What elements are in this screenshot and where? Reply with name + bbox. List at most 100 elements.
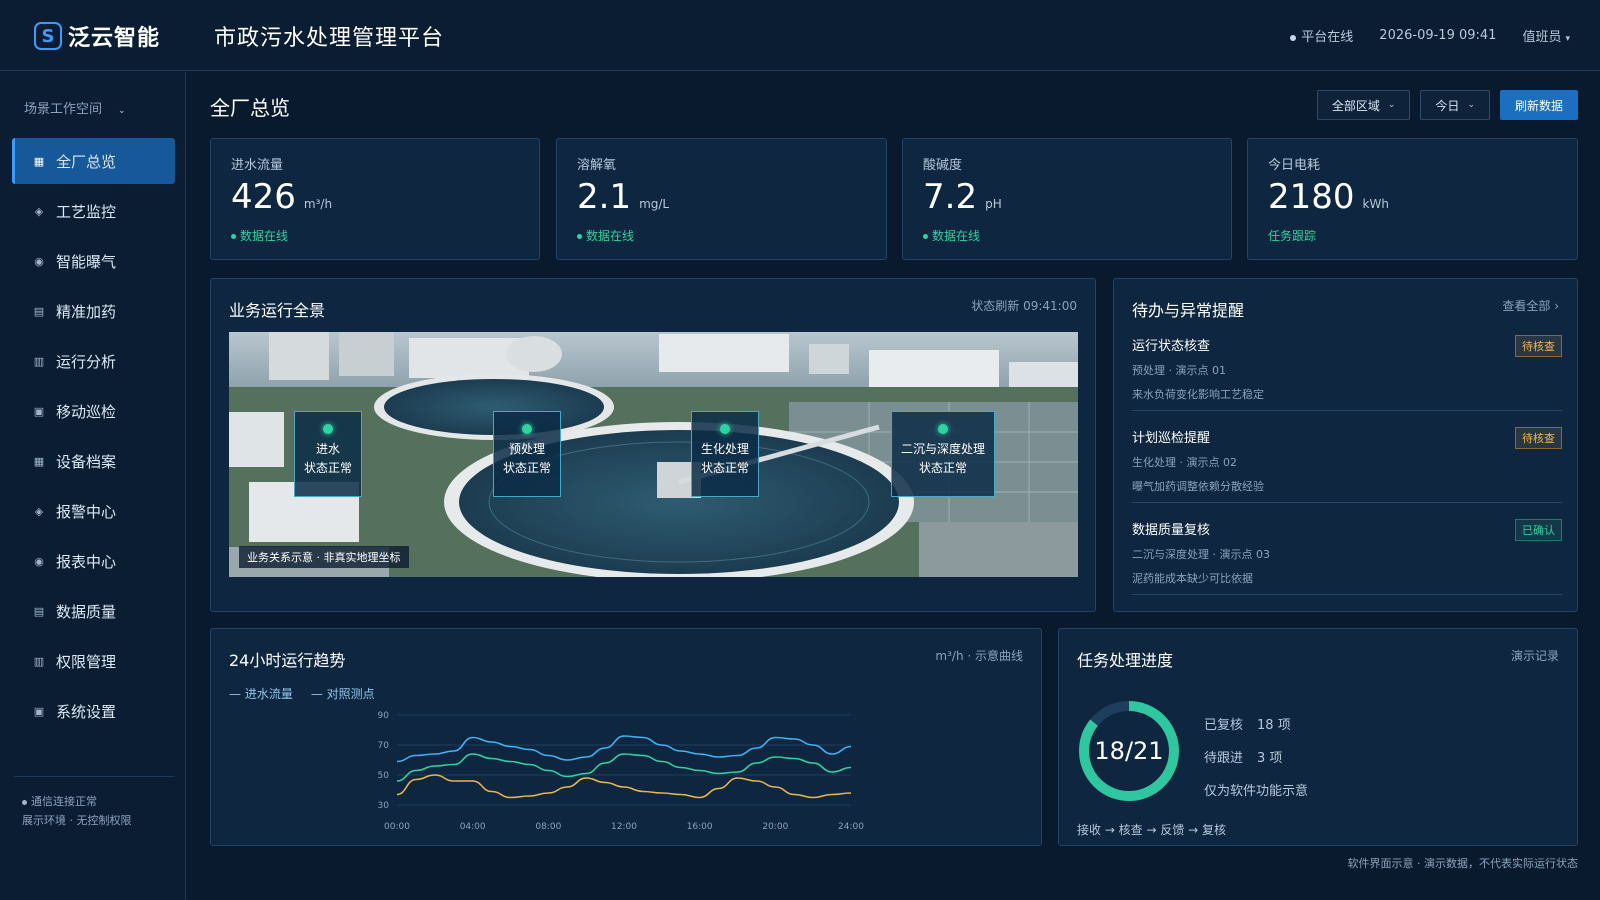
sidebar-item-label: 运行分析	[56, 352, 117, 371]
reviewed-label: 已复核	[1204, 718, 1244, 733]
alerts-title: 待办与异常提醒	[1132, 301, 1245, 320]
sidebar-item-equipment[interactable]: ▦ 设备档案	[12, 438, 175, 484]
sidebar-item-data-quality[interactable]: ▤ 数据质量	[12, 588, 175, 634]
panorama-refresh-time: 状态刷新 09:41:00	[971, 299, 1077, 313]
y-tick-label: 30	[378, 801, 390, 811]
date-filter-select[interactable]: 今日 ⌄	[1420, 90, 1490, 120]
alert-description: 来水负荷变化影响工艺稳定	[1132, 388, 1264, 401]
user-menu[interactable]: 值班员 ▾	[1522, 26, 1570, 45]
progress-ratio: 18/21	[1094, 737, 1164, 765]
area-filter-value: 全部区域	[1331, 98, 1380, 113]
sidebar-divider	[14, 776, 174, 777]
square-dot-icon: ▣	[33, 404, 45, 418]
sidebar-item-aeration[interactable]: ◉ 智能曝气	[12, 238, 175, 284]
alert-description: 泥药能成本缺少可比依据	[1132, 572, 1253, 585]
environment-note: 展示环境 · 无控制权限	[22, 814, 132, 827]
page-title: 全厂总览	[210, 96, 290, 120]
target-icon: ◉	[34, 254, 44, 268]
connection-status: 通信连接正常	[22, 792, 132, 811]
alert-item[interactable]: 数据质量复核 二沉与深度处理 · 演示点 03 泥药能成本缺少可比依据 已确认	[1132, 519, 1562, 586]
kpi-value: 426 m³/h	[231, 177, 332, 217]
kpi-number: 7.2	[923, 177, 978, 217]
progress-meta-link[interactable]: 演示记录	[1511, 647, 1559, 664]
sidebar-item-label: 权限管理	[56, 652, 117, 671]
columns-icon: ▥	[33, 654, 45, 668]
alert-item[interactable]: 运行状态核查 预处理 · 演示点 01 来水负荷变化影响工艺稳定 待核查	[1132, 335, 1562, 402]
stage-pretreatment[interactable]: 预处理 状态正常	[493, 411, 561, 497]
kpi-card-power: 今日电耗 2180 kWh 任务跟踪	[1247, 138, 1578, 260]
followup-label: 待跟进	[1204, 751, 1244, 766]
progress-note: 仅为软件功能示意	[1204, 784, 1309, 799]
stage-status: 状态正常	[918, 461, 967, 475]
stage-status: 状态正常	[502, 461, 551, 475]
target-icon: ◉	[34, 554, 44, 568]
kpi-value: 2180 kWh	[1268, 177, 1389, 217]
followup-row: 待跟进 3 项	[1204, 742, 1308, 775]
kpi-value: 2.1 mg/L	[577, 177, 669, 217]
stage-name: 生化处理	[700, 442, 749, 456]
view-all-link[interactable]: 查看全部 ›	[1502, 297, 1559, 314]
user-name: 值班员	[1522, 30, 1562, 45]
area-filter-select[interactable]: 全部区域 ⌄	[1316, 90, 1411, 120]
status-dot-icon	[22, 799, 27, 805]
status-dot-icon	[577, 234, 582, 239]
reviewed-row: 已复核 18 项	[1204, 709, 1308, 742]
status-badge: 待核查	[1515, 427, 1562, 449]
workspace-selector[interactable]: 场景工作空间 ⌄	[24, 98, 126, 117]
scene-caption: 业务关系示意 · 非真实地理坐标	[239, 546, 409, 568]
caret-down-icon: ▾	[1565, 34, 1570, 44]
refresh-button[interactable]: 刷新数据	[1499, 90, 1578, 120]
stage-inflow[interactable]: 进水 状态正常	[294, 411, 362, 497]
sidebar-item-label: 报警中心	[56, 502, 117, 521]
y-tick-label: 70	[378, 741, 390, 751]
workflow-steps: 接收 → 核查 → 反馈 → 复核	[1077, 823, 1227, 837]
connection-status-label: 通信连接正常	[31, 795, 97, 808]
kpi-status-label: 数据在线	[586, 229, 635, 243]
kpi-number: 2.1	[577, 177, 632, 217]
stage-secondary[interactable]: 二沉与深度处理 状态正常	[891, 411, 995, 497]
square-dot-icon: ▣	[33, 704, 45, 718]
stage-status: 状态正常	[303, 461, 352, 475]
chart-legend: 进水流量 对照测点	[229, 685, 375, 702]
kpi-value: 7.2 pH	[923, 177, 1002, 217]
panorama-card: 业务运行全景 状态刷新 09:41:00 进水 状态正常 预处理 状态正常 生化…	[210, 278, 1096, 612]
reviewed-value: 18 项	[1257, 718, 1291, 733]
stage-biological[interactable]: 生化处理 状态正常	[691, 411, 759, 497]
sidebar: 场景工作空间 ⌄ ▦ 全厂总览 ◈ 工艺监控 ◉ 智能曝气 ▤ 精准加药 ▥ 运行分析 ▣ 移…	[0, 72, 186, 900]
sidebar-item-reports[interactable]: ◉ 报表中心	[12, 538, 175, 584]
kpi-number: 426	[231, 177, 296, 217]
brand-logo[interactable]: S 泛云智能	[34, 20, 160, 52]
sidebar-item-process-monitor[interactable]: ◈ 工艺监控	[12, 188, 175, 234]
kpi-number: 2180	[1268, 177, 1355, 217]
sidebar-item-overview[interactable]: ▦ 全厂总览	[12, 138, 175, 184]
sidebar-item-inspection[interactable]: ▣ 移动巡检	[12, 388, 175, 434]
sidebar-item-label: 系统设置	[56, 702, 117, 721]
sidebar-item-permissions[interactable]: ▥ 权限管理	[12, 638, 175, 684]
sidebar-item-analysis[interactable]: ▥ 运行分析	[12, 338, 175, 384]
alert-description: 曝气加药调整依赖分散经验	[1132, 480, 1264, 493]
sidebar-item-label: 数据质量	[56, 602, 117, 621]
y-tick-label: 50	[378, 771, 390, 781]
panorama-title: 业务运行全景	[229, 301, 326, 320]
progress-card: 任务处理进度 演示记录 18/21 已复核 18 项 待跟进 3 项 仅为软件功能示…	[1058, 628, 1578, 846]
sidebar-footer: 通信连接正常 展示环境 · 无控制权限	[22, 792, 132, 830]
stage-name: 二沉与深度处理	[900, 442, 985, 456]
kpi-status-label: 任务跟踪	[1268, 229, 1317, 243]
sidebar-item-alarms[interactable]: ◈ 报警中心	[12, 488, 175, 534]
sidebar-item-settings[interactable]: ▣ 系统设置	[12, 688, 175, 734]
series-line-3	[396, 774, 852, 799]
trend-chart: 30 50 70 90 00:00 04:00 08:00 12:00 16:00 20:00 24…	[378, 711, 865, 832]
alert-item[interactable]: 计划巡检提醒 生化处理 · 演示点 02 曝气加药调整依赖分散经验 待核查	[1132, 427, 1562, 494]
sidebar-item-label: 工艺监控	[56, 202, 117, 221]
sidebar-item-dosing[interactable]: ▤ 精准加药	[12, 288, 175, 334]
sidebar-item-label: 精准加药	[56, 302, 117, 321]
kpi-unit: pH	[985, 197, 1002, 211]
series-line-2	[396, 753, 852, 782]
kpi-status: 数据在线	[231, 227, 288, 244]
sidebar-nav: ▦ 全厂总览 ◈ 工艺监控 ◉ 智能曝气 ▤ 精准加药 ▥ 运行分析 ▣ 移动巡检 ▦ 设备档…	[12, 138, 175, 738]
diamond-icon: ◈	[34, 504, 44, 518]
sidebar-item-label: 报表中心	[56, 552, 117, 571]
followup-value: 3 项	[1257, 751, 1283, 766]
workspace-label: 场景工作空间	[24, 102, 103, 117]
alert-title: 计划巡检提醒	[1132, 431, 1211, 446]
